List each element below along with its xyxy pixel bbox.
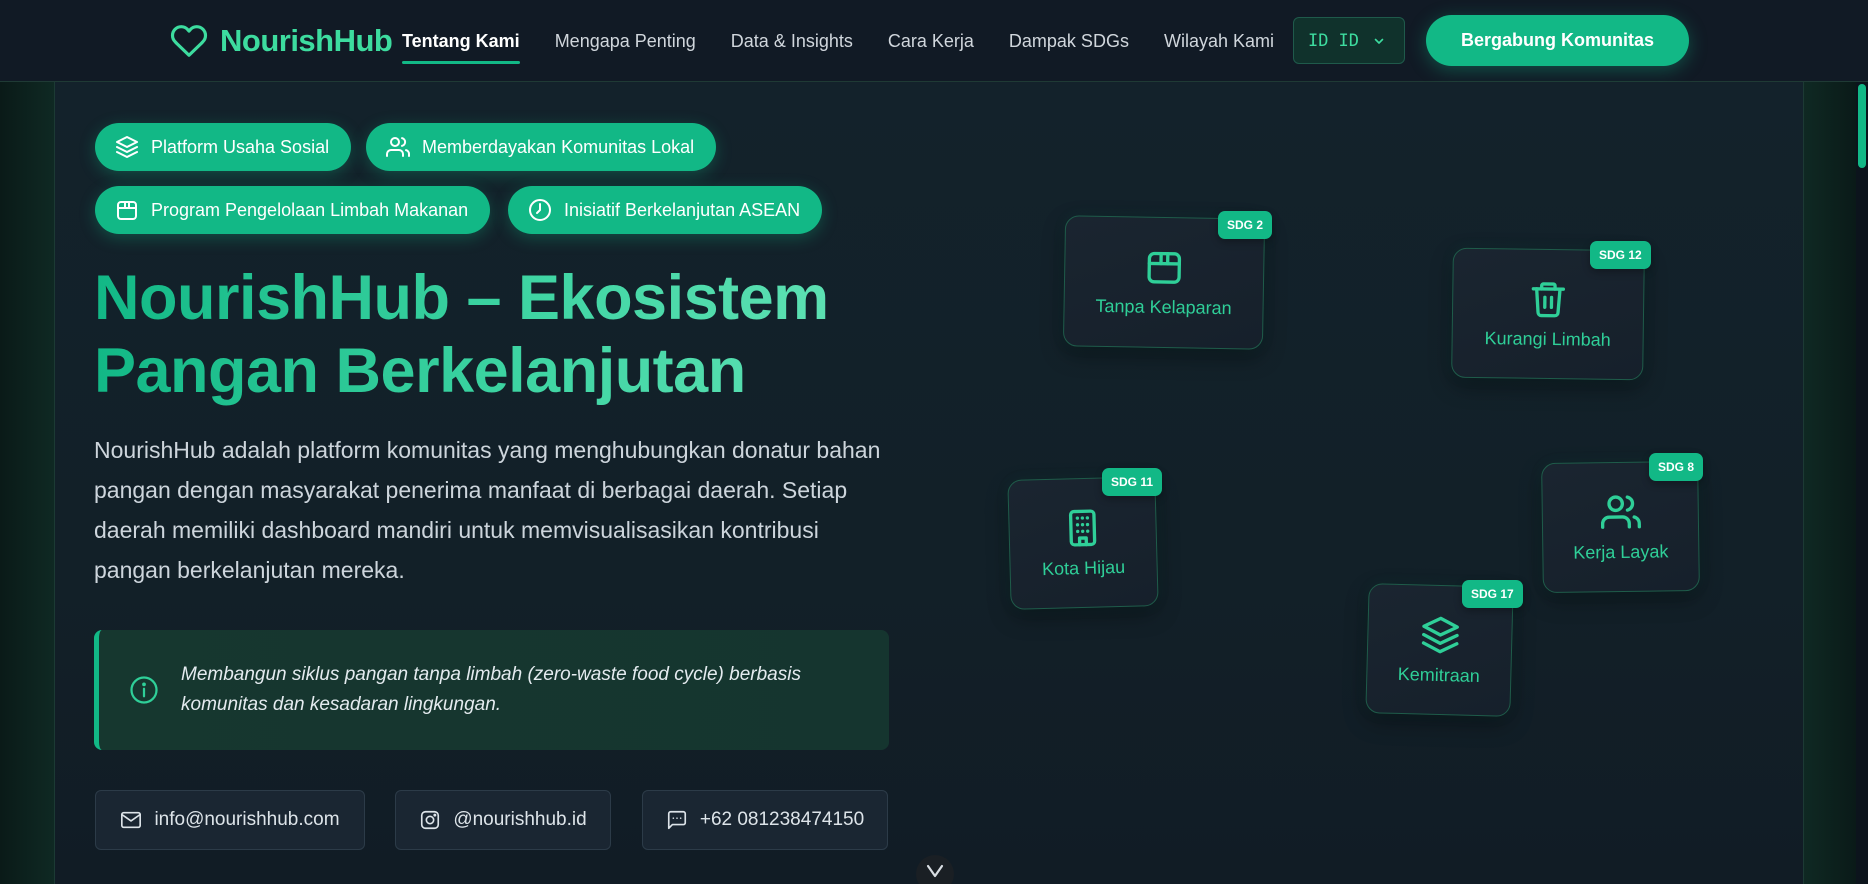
left-glow-panel (0, 82, 54, 884)
nav-link-dampak-sdgs[interactable]: Dampak SDGs (1009, 23, 1129, 60)
info-callout: Membangun siklus pangan tanpa limbah (ze… (94, 630, 889, 750)
hero-title-line-2: Pangan Berkelanjutan (94, 336, 746, 406)
right-glow-panel (1804, 82, 1856, 884)
nav-link-cara-kerja[interactable]: Cara Kerja (888, 23, 974, 60)
nav-link-data-insights[interactable]: Data & Insights (731, 23, 853, 60)
sdg-badge-12: SDG 12 (1590, 241, 1651, 269)
chevron-down-icon (926, 864, 944, 878)
users-icon (386, 137, 410, 157)
sdg-badge-8: SDG 8 (1649, 453, 1704, 481)
users-icon (1600, 494, 1641, 529)
heart-icon (170, 25, 208, 57)
sdg-badge-2: SDG 2 (1218, 211, 1273, 239)
sdg-label: Kota Hijau (1041, 556, 1126, 579)
contact-instagram-label: @nourishhub.id (453, 809, 587, 830)
chip-label: Memberdayakan Komunitas Lokal (422, 136, 695, 157)
brand-logo[interactable]: NourishHub (170, 20, 393, 62)
contact-email-button[interactable]: info@nourishhub.com (95, 790, 365, 850)
hero-title-line-1: NourishHub – Ekosistem (94, 263, 829, 333)
chip-social-enterprise: Platform Usaha Sosial (95, 123, 352, 171)
trash-icon (1531, 281, 1566, 317)
language-selected: ID (1338, 30, 1359, 51)
contact-instagram-button[interactable]: @nourishhub.id (395, 790, 611, 850)
sdg-badge-17: SDG 17 (1462, 580, 1523, 608)
language-code: ID (1308, 30, 1329, 51)
instagram-icon (421, 810, 440, 830)
chevron-down-icon (1374, 38, 1384, 44)
sdg-label: Kurangi Limbah (1484, 327, 1611, 350)
building-icon (1068, 508, 1097, 547)
sdg-label: Tanpa Kelaparan (1095, 295, 1232, 319)
box-icon (1147, 251, 1182, 284)
scrollbar-track[interactable] (1856, 82, 1868, 884)
main-nav: Tentang Kami Mengapa Penting Data & Insi… (402, 0, 1274, 82)
language-select[interactable]: ID ID (1293, 17, 1405, 64)
brand-name: NourishHub (220, 23, 393, 58)
sdg-card-kota-hijau[interactable]: Kota Hijau (1007, 476, 1159, 610)
layers-icon (1421, 616, 1459, 653)
message-icon (667, 810, 686, 830)
sdg-badge-11: SDG 11 (1102, 468, 1163, 496)
chip-asean-initiative: Inisiatif Berkelanjutan ASEAN (508, 186, 823, 234)
contact-phone-label: +62 081238474150 (699, 809, 865, 830)
scrollbar-thumb[interactable] (1858, 84, 1866, 168)
nav-link-tentang-kami[interactable]: Tentang Kami (402, 23, 520, 64)
top-navbar: NourishHub Tentang Kami Mengapa Penting … (0, 0, 1868, 82)
nav-link-wilayah-kami[interactable]: Wilayah Kami (1164, 23, 1274, 60)
hero-title: NourishHub – Ekosistem Pangan Berkelanju… (94, 262, 894, 408)
chip-food-waste-program: Program Pengelolaan Limbah Makanan (95, 186, 491, 234)
hero-description: NourishHub adalah platform komunitas yan… (94, 437, 881, 583)
chip-empower-community: Memberdayakan Komunitas Lokal (366, 123, 717, 171)
join-community-button[interactable]: Bergabung Komunitas (1426, 15, 1689, 66)
chip-label: Inisiatif Berkelanjutan ASEAN (564, 199, 801, 220)
info-text: Membangun siklus pangan tanpa limbah (ze… (181, 664, 801, 715)
contact-phone-button[interactable]: +62 081238474150 (642, 790, 888, 850)
chip-label: Platform Usaha Sosial (151, 136, 330, 157)
clock-icon (529, 199, 551, 221)
nav-link-mengapa-penting[interactable]: Mengapa Penting (555, 23, 696, 60)
chip-label: Program Pengelolaan Limbah Makanan (151, 199, 469, 220)
sdg-label: Kerja Layak (1573, 540, 1669, 563)
box-icon (117, 201, 137, 220)
layers-icon (116, 136, 138, 158)
info-icon (130, 676, 158, 704)
mail-icon (121, 811, 142, 829)
sdg-label: Kemitraan (1397, 663, 1481, 686)
contact-email-label: info@nourishhub.com (154, 809, 340, 830)
